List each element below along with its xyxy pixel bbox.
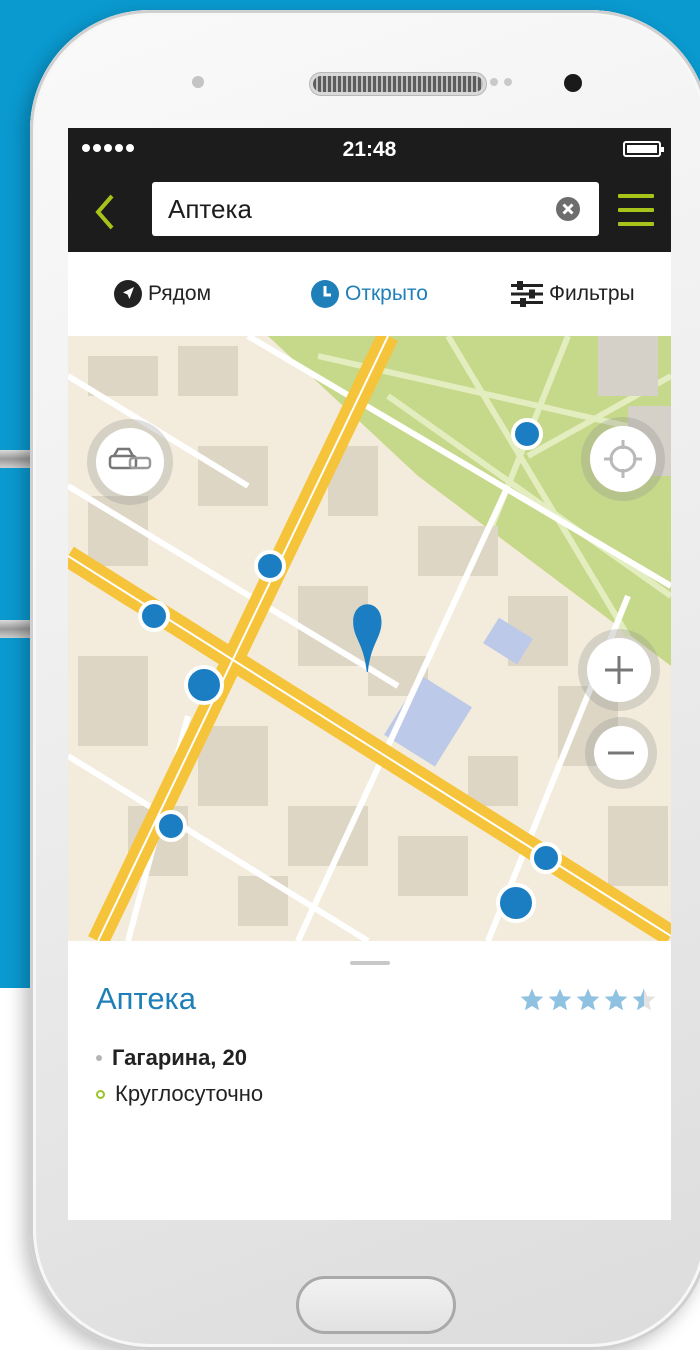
home-button[interactable] bbox=[296, 1276, 456, 1334]
star-icon bbox=[576, 988, 600, 1011]
hours-text: Круглосуточно bbox=[115, 1081, 264, 1106]
drag-handle[interactable] bbox=[350, 961, 390, 965]
sensor-dot bbox=[490, 78, 498, 86]
rating-stars bbox=[519, 987, 659, 1013]
address-text: Гагарина, 20 bbox=[112, 1045, 247, 1070]
zoom-out-icon bbox=[608, 751, 634, 755]
sensor-dot bbox=[192, 76, 204, 88]
star-icon bbox=[520, 988, 544, 1011]
chevron-left-icon bbox=[95, 194, 114, 230]
locate-me-icon bbox=[604, 440, 642, 478]
star-icon bbox=[548, 988, 572, 1011]
parking-cars-icon bbox=[108, 447, 152, 470]
clear-search-button[interactable] bbox=[556, 197, 580, 221]
bullet-icon bbox=[96, 1055, 102, 1061]
filter-label: Рядом bbox=[148, 282, 212, 305]
menu-button[interactable] bbox=[618, 192, 654, 228]
filter-label: Фильтры bbox=[549, 282, 635, 305]
battery-icon bbox=[623, 141, 664, 157]
speaker-grille bbox=[313, 76, 483, 92]
zoom-in-icon bbox=[605, 656, 633, 684]
star-icon bbox=[632, 988, 656, 1011]
back-button[interactable] bbox=[90, 192, 120, 232]
map-canvas bbox=[68, 336, 671, 941]
place-name[interactable]: Аптека bbox=[96, 981, 196, 1017]
status-bar: 21:48 bbox=[68, 128, 671, 170]
navigation-arrow-icon bbox=[114, 280, 142, 308]
filter-label: Открыто bbox=[345, 282, 428, 305]
search-box bbox=[152, 182, 599, 236]
place-hours: Круглосуточно bbox=[96, 1081, 263, 1107]
parking-button[interactable] bbox=[96, 428, 164, 496]
filter-open-now[interactable]: Открыто bbox=[311, 278, 428, 310]
filter-sliders-icon bbox=[511, 281, 543, 307]
filter-bar: Рядом Открыто Фильтры bbox=[68, 252, 671, 336]
open-status-icon bbox=[96, 1089, 105, 1099]
close-icon bbox=[562, 203, 574, 215]
star-icon bbox=[604, 988, 628, 1011]
place-card[interactable]: Аптека Гагарина, 20 Круглосуточно bbox=[68, 941, 671, 1220]
map-view[interactable] bbox=[68, 336, 671, 941]
search-input[interactable] bbox=[168, 182, 528, 236]
locate-button[interactable] bbox=[590, 426, 656, 492]
zoom-out-button[interactable] bbox=[594, 726, 648, 780]
status-time: 21:48 bbox=[342, 138, 397, 161]
place-address: Гагарина, 20 bbox=[96, 1045, 247, 1071]
search-bar bbox=[68, 170, 671, 252]
filter-more-filters[interactable]: Фильтры bbox=[511, 278, 635, 310]
zoom-in-button[interactable] bbox=[587, 638, 651, 702]
front-camera bbox=[564, 74, 582, 92]
filter-nearby[interactable]: Рядом bbox=[114, 278, 211, 310]
app-screen: 21:48 Рядом bbox=[68, 128, 671, 1220]
sensor-dot bbox=[504, 78, 512, 86]
clock-icon bbox=[311, 280, 339, 308]
